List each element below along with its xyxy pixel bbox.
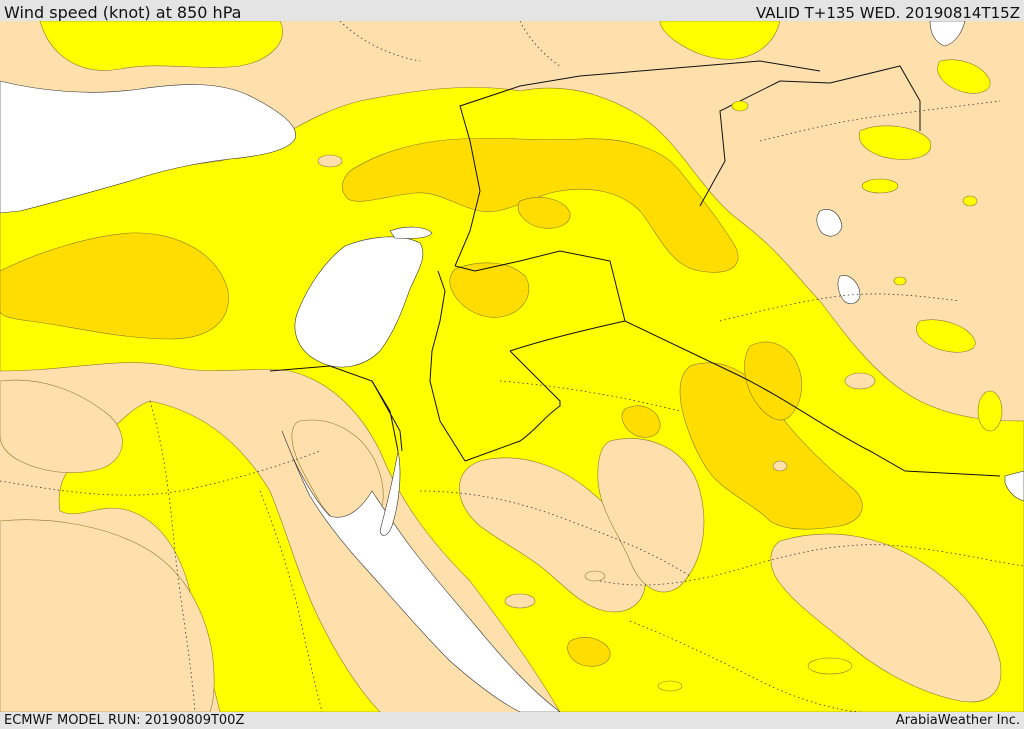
footer-bar: ECMWF MODEL RUN: 20190809T00Z ArabiaWeat… bbox=[0, 712, 1024, 729]
wind-map bbox=[0, 21, 1024, 712]
header-bar: Wind speed (knot) at 850 hPa VALID T+135… bbox=[0, 0, 1024, 22]
credit-label: ArabiaWeather Inc. bbox=[895, 713, 1020, 728]
wind-zone-yellow-n1 bbox=[39, 21, 283, 71]
valid-time: VALID T+135 WED. 20190814T15Z bbox=[755, 4, 1020, 22]
model-run-label: ECMWF MODEL RUN: 20190809T00Z bbox=[4, 713, 245, 728]
wind-map-canvas bbox=[0, 21, 1024, 712]
map-title: Wind speed (knot) at 850 hPa bbox=[4, 3, 242, 22]
